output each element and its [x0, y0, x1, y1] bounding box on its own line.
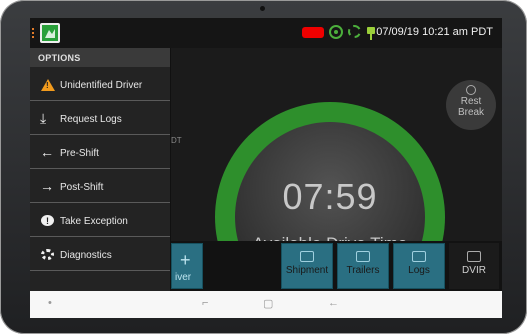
- status-bar: 07/09/19 10:21 am PDT: [30, 18, 502, 48]
- shipment-label: Shipment: [285, 265, 329, 276]
- dvir-icon: [467, 251, 481, 262]
- rest-break-button[interactable]: Rest Break: [446, 80, 496, 130]
- option-label: Unidentified Driver: [60, 80, 143, 91]
- gps-icon: [329, 25, 343, 39]
- countdown-value: 07:59: [282, 176, 378, 217]
- exclamation-icon: !: [41, 215, 54, 226]
- option-post-shift[interactable]: → Post-Shift: [30, 169, 170, 203]
- logs-label: Logs: [408, 265, 430, 276]
- rest-break-line2: Break: [457, 107, 485, 118]
- shipment-icon: [300, 251, 314, 262]
- app-logo-icon[interactable]: [40, 23, 60, 43]
- camera-icon: [260, 6, 265, 11]
- nav-back-icon[interactable]: ←: [328, 297, 339, 309]
- status-datetime: 07/09/19 10:21 am PDT: [376, 26, 493, 38]
- option-label: Request Logs: [60, 114, 122, 125]
- driver-label: iver: [175, 272, 192, 283]
- screen: 07/09/19 10:21 am PDT DT 07:59 Available…: [30, 18, 502, 318]
- option-unidentified-driver[interactable]: Unidentified Driver: [30, 67, 170, 101]
- truck-icon: [302, 27, 324, 38]
- trailers-button[interactable]: Trailers: [337, 243, 389, 289]
- notification-dots-icon: [32, 28, 35, 38]
- nav-home-icon[interactable]: ▢: [263, 297, 273, 310]
- rest-break-line1: Rest: [460, 96, 482, 107]
- nav-dot-icon: •: [48, 297, 52, 309]
- alarm-clock-icon: [466, 85, 476, 95]
- option-request-logs[interactable]: ⤓ Request Logs: [30, 101, 170, 135]
- options-drawer: OPTIONS Unidentified Driver ⤓ Request Lo…: [30, 48, 171, 291]
- trailers-label: Trailers: [346, 265, 380, 276]
- option-label: Diagnostics: [60, 250, 112, 261]
- dvir-label: DVIR: [462, 265, 486, 276]
- gear-icon: [41, 249, 54, 260]
- option-label: Take Exception: [60, 216, 128, 227]
- arrow-right-icon: →: [40, 178, 54, 194]
- option-label: Post-Shift: [60, 182, 104, 193]
- nav-recent-icon[interactable]: ⌐: [202, 297, 208, 309]
- warning-icon: [41, 79, 55, 91]
- drawer-header: OPTIONS: [30, 48, 170, 67]
- arrow-left-icon: ←: [40, 144, 54, 160]
- driver-button[interactable]: + iver: [171, 243, 203, 289]
- power-plug-icon: [367, 24, 375, 40]
- plus-icon: +: [180, 250, 191, 270]
- option-take-exception[interactable]: ! Take Exception: [30, 203, 170, 237]
- shipment-button[interactable]: Shipment: [281, 243, 333, 289]
- tablet-bezel: 07/09/19 10:21 am PDT DT 07:59 Available…: [0, 0, 527, 334]
- partial-tag: DT: [171, 136, 182, 145]
- option-partial-hidden[interactable]: [30, 271, 170, 291]
- dvir-button[interactable]: DVIR: [449, 243, 499, 289]
- logs-button[interactable]: Logs: [393, 243, 445, 289]
- option-pre-shift[interactable]: ← Pre-Shift: [30, 135, 170, 169]
- download-icon: ⤓: [40, 110, 47, 126]
- logs-book-icon: [412, 251, 426, 262]
- trailer-icon: [356, 251, 370, 262]
- cellular-icon: [348, 25, 361, 38]
- system-nav-bar: • ⌐ ▢ ←: [30, 291, 502, 318]
- option-diagnostics[interactable]: Diagnostics: [30, 237, 170, 271]
- option-label: Pre-Shift: [60, 148, 99, 159]
